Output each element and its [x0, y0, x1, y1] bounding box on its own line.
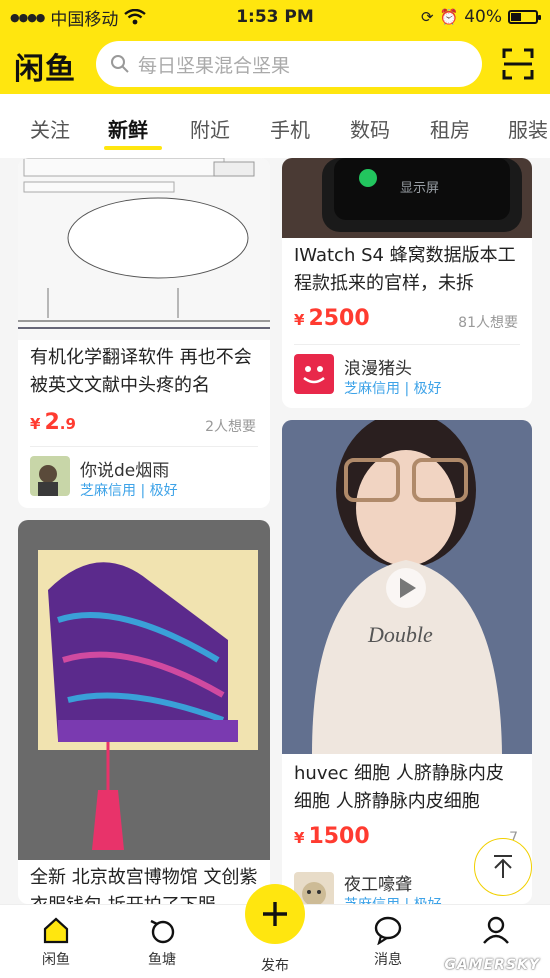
- avatar[interactable]: [294, 354, 334, 394]
- app-logo[interactable]: 闲鱼: [14, 44, 76, 88]
- product-card[interactable]: 有机化学翻译软件 再也不会被英文文献中头疼的名 ¥2.9 2人想要 你说de烟雨…: [18, 158, 270, 508]
- avatar[interactable]: [30, 456, 70, 496]
- nav-messages-label: 消息: [374, 952, 402, 968]
- product-price: ¥1500: [294, 824, 370, 849]
- tab-phones[interactable]: 手机: [270, 114, 310, 143]
- product-image: [18, 158, 270, 340]
- tab-follow[interactable]: 关注: [30, 114, 70, 143]
- seller-name[interactable]: 夜工嚎聋: [344, 870, 412, 895]
- alarm-icon: ⏰: [439, 8, 459, 26]
- search-bar[interactable]: 每日坚果混合坚果: [96, 41, 482, 87]
- product-image: 显示屏: [282, 158, 532, 238]
- product-price: ¥2500: [294, 306, 370, 331]
- credit-badge: 芝麻信用 | 极好: [344, 381, 442, 397]
- tab-clothing[interactable]: 服装: [508, 114, 548, 143]
- tab-nearby[interactable]: 附近: [190, 114, 230, 143]
- want-count: 81人想要: [458, 315, 518, 331]
- active-tab-indicator: [104, 146, 162, 150]
- back-to-top-button[interactable]: [474, 838, 532, 896]
- user-icon: [483, 916, 509, 944]
- tab-fresh[interactable]: 新鲜: [108, 114, 148, 143]
- nav-fishpond-label: 鱼塘: [148, 952, 176, 968]
- credit-badge: 芝麻信用 | 极好: [344, 894, 442, 904]
- nav-home[interactable]: 闲鱼: [16, 915, 96, 969]
- publish-button[interactable]: [245, 884, 305, 944]
- product-title: 有机化学翻译软件 再也不会被英文文献中头疼的名: [30, 347, 252, 396]
- app-header: 闲鱼 每日坚果混合坚果: [0, 34, 550, 94]
- product-image: Double: [282, 420, 532, 754]
- product-card[interactable]: 全新 北京故宫博物馆 文创紫 衣服钱包 拆开拍了下服: [18, 520, 270, 904]
- product-title: IWatch S4 蜂窝数据版本工程款抵来的官样，未拆: [294, 245, 516, 294]
- nav-publish-label: 发布: [261, 958, 289, 974]
- product-price: ¥2.9: [30, 410, 76, 435]
- nav-home-label: 闲鱼: [42, 952, 70, 968]
- search-placeholder: 每日坚果混合坚果: [138, 54, 291, 77]
- product-title: huvec 细胞 人脐静脉内皮细胞 人脐静脉内皮细胞: [294, 763, 504, 812]
- plus-icon: [263, 902, 287, 926]
- image-caption: 显示屏: [400, 180, 439, 195]
- credit-badge: 芝麻信用 | 极好: [80, 483, 178, 499]
- scan-icon[interactable]: [502, 48, 534, 80]
- tab-rental[interactable]: 租房: [430, 114, 470, 143]
- card-divider: [294, 344, 520, 345]
- rotation-lock-icon: ⟳: [420, 8, 434, 26]
- watermark: GAMERSKY: [444, 957, 540, 973]
- product-image: [18, 520, 270, 860]
- seller-name[interactable]: 你说de烟雨: [80, 456, 169, 481]
- arrow-up-icon: [494, 855, 512, 878]
- fishpond-icon: [150, 919, 175, 944]
- shirt-text: Double: [367, 622, 433, 647]
- battery-icon: [508, 10, 541, 24]
- tab-digital[interactable]: 数码: [350, 114, 390, 143]
- home-icon: [43, 917, 69, 944]
- nav-publish-label-wrap[interactable]: 发布: [235, 955, 315, 975]
- product-title: 全新 北京故宫博物馆 文创紫 衣服钱包 拆开拍了下服: [30, 867, 258, 904]
- card-divider: [30, 446, 258, 447]
- nav-profile[interactable]: 我的: [456, 915, 536, 949]
- seller-name[interactable]: 浪漫猪头: [344, 354, 412, 379]
- search-icon: [111, 55, 129, 73]
- nav-fishpond[interactable]: 鱼塘: [122, 915, 202, 969]
- status-bar: ●●●● 中国移动 1:53 PM ⟳ ⏰ 40%: [0, 0, 550, 34]
- product-card[interactable]: 显示屏 IWatch S4 蜂窝数据版本工程款抵来的官样，未拆 ¥2500 81…: [282, 158, 532, 408]
- product-card[interactable]: Double huvec 细胞 人脐静脉内皮细胞 人脐静脉内皮细胞 ¥1500 …: [282, 420, 532, 904]
- chat-bubble-icon: [374, 916, 402, 945]
- want-count: 2人想要: [205, 419, 256, 435]
- nav-messages[interactable]: 消息: [348, 915, 428, 969]
- battery-percent: 40%: [464, 7, 502, 27]
- category-tabs: 关注 新鲜 附近 手机 数码 租房 服装: [0, 94, 550, 158]
